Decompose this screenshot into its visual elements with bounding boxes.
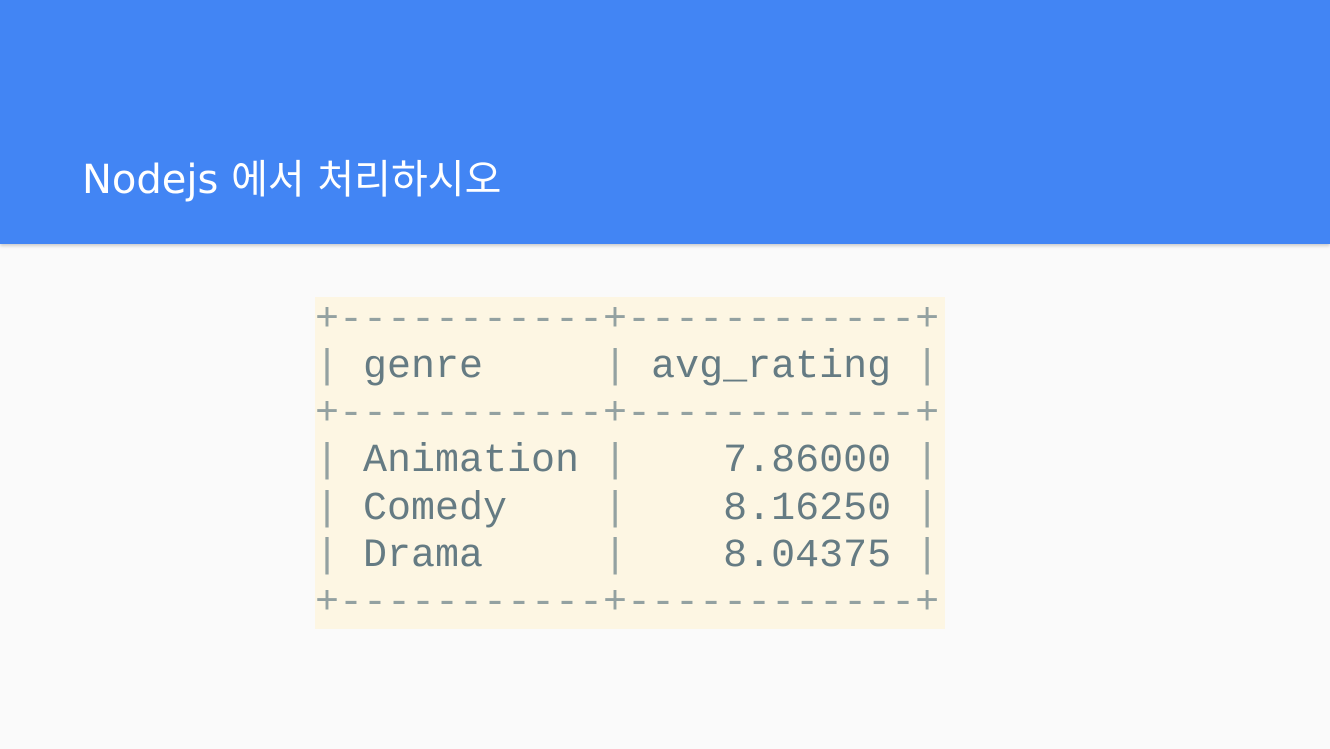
column-separator: | bbox=[891, 345, 940, 390]
cell-padding bbox=[651, 439, 723, 484]
cell-genre: Comedy bbox=[363, 487, 508, 532]
slide-title: Nodejs 에서 처리하시오 bbox=[82, 157, 502, 203]
column-separator: | bbox=[891, 534, 940, 579]
column-separator: | bbox=[891, 487, 940, 532]
query-result-block: +-----------+------------+ | genre | avg… bbox=[315, 297, 945, 629]
table-row: | Drama | 8.04375 | bbox=[315, 533, 945, 581]
table-border-bottom: +-----------+------------+ bbox=[315, 581, 940, 626]
slide-header: Nodejs 에서 처리하시오 bbox=[0, 0, 1330, 244]
cell-padding bbox=[483, 345, 603, 390]
cell-avg-rating: 7.86000 bbox=[723, 439, 892, 484]
cell-genre: Animation bbox=[363, 439, 580, 484]
column-separator: | bbox=[579, 439, 652, 484]
cell-genre: Drama bbox=[363, 534, 484, 579]
column-header-avg-rating: avg_rating bbox=[651, 345, 892, 390]
column-header-genre: genre bbox=[363, 345, 484, 390]
table-border-top: +-----------+------------+ bbox=[315, 298, 940, 343]
cell-padding bbox=[507, 487, 579, 532]
cell-padding bbox=[483, 534, 579, 579]
column-separator: | bbox=[579, 534, 652, 579]
column-separator: | bbox=[603, 345, 652, 390]
column-separator: | bbox=[315, 345, 364, 390]
column-separator: | bbox=[891, 439, 940, 484]
table-row: | Animation | 7.86000 | bbox=[315, 438, 945, 486]
column-separator: | bbox=[315, 534, 364, 579]
column-separator: | bbox=[315, 487, 364, 532]
cell-padding bbox=[651, 487, 723, 532]
table-row: | Comedy | 8.16250 | bbox=[315, 486, 945, 534]
cell-avg-rating: 8.04375 bbox=[723, 534, 892, 579]
column-separator: | bbox=[579, 487, 652, 532]
cell-padding bbox=[651, 534, 723, 579]
cell-avg-rating: 8.16250 bbox=[723, 487, 892, 532]
column-separator: | bbox=[315, 439, 364, 484]
table-border-middle: +-----------+------------+ bbox=[315, 392, 940, 437]
table-header-row: | genre | avg_rating | bbox=[315, 344, 945, 392]
